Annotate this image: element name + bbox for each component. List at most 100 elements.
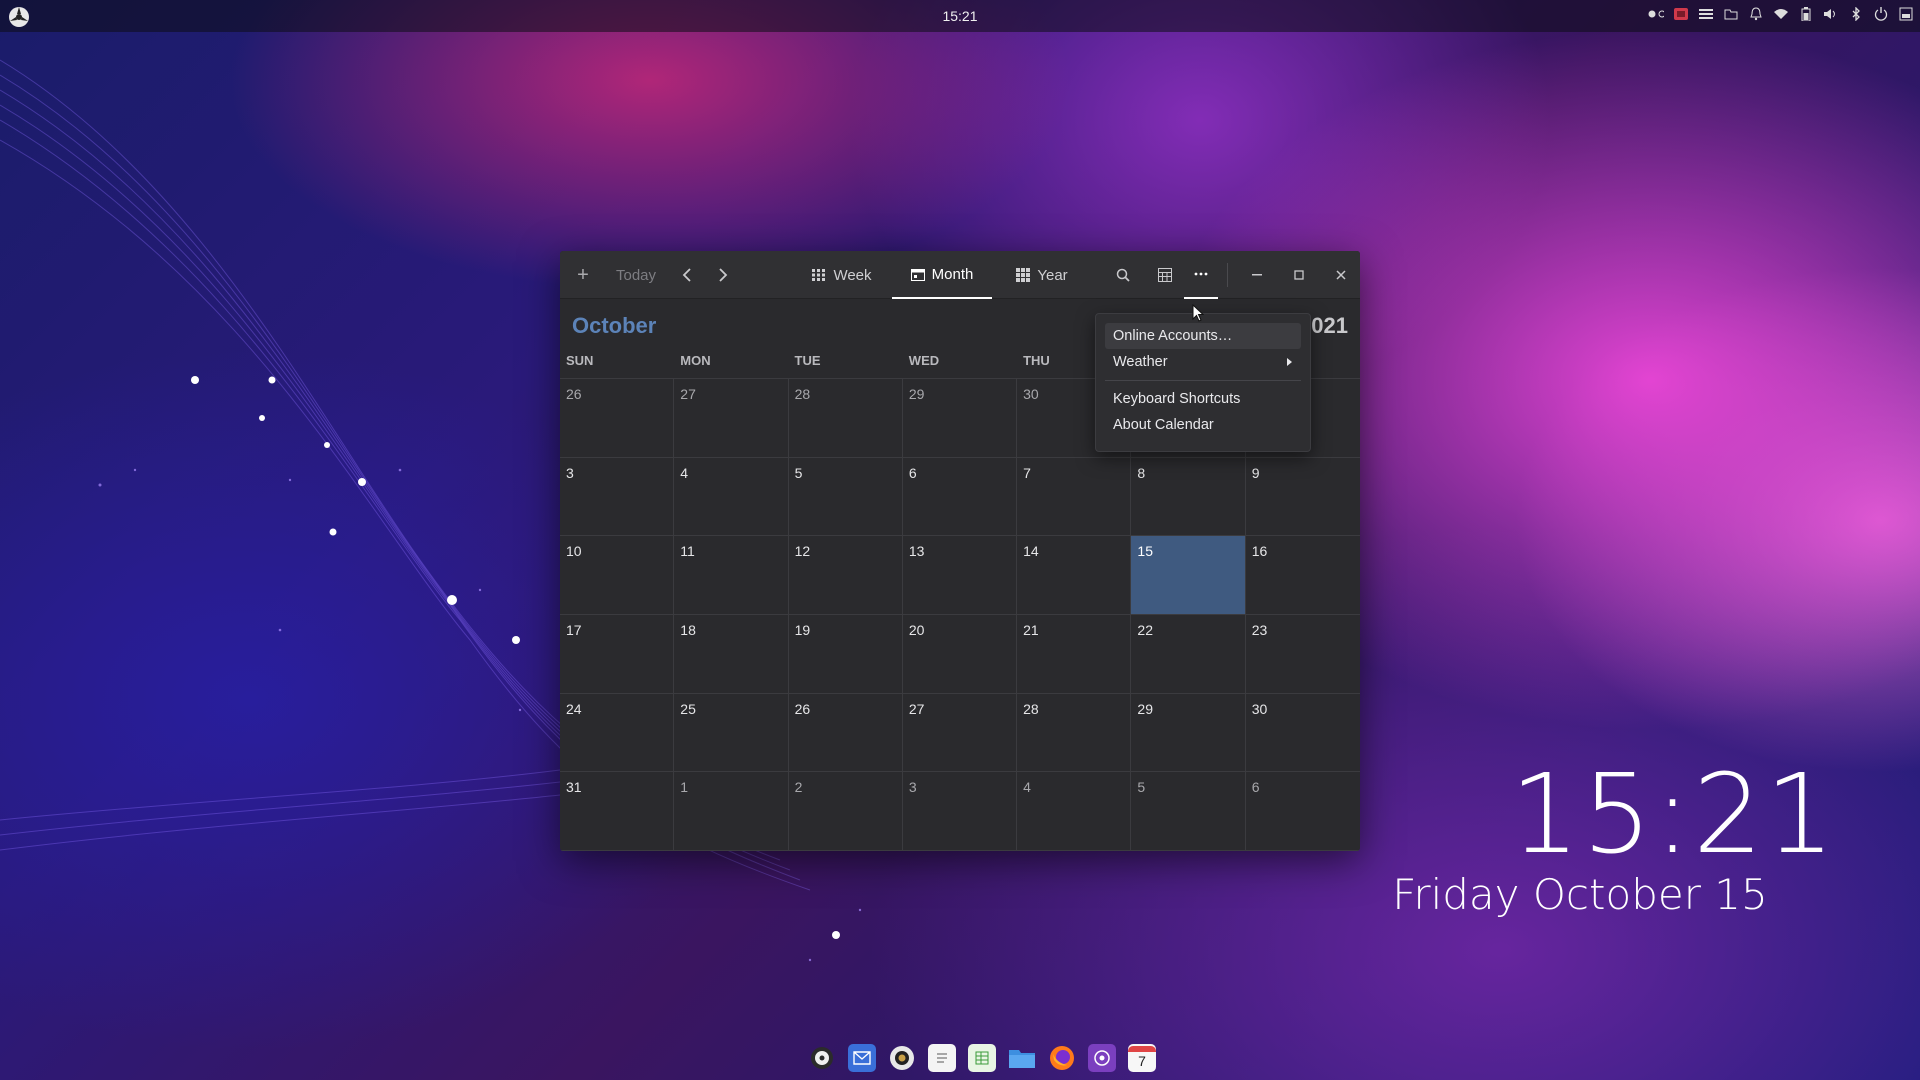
day-number: 6 (1251, 779, 1260, 796)
day-cell[interactable]: 31 (560, 772, 675, 851)
day-cell[interactable]: 1 (674, 772, 789, 851)
day-cell[interactable]: 3 (560, 457, 675, 537)
week-view-button[interactable]: Week (800, 251, 884, 299)
day-cell[interactable]: 27 (674, 379, 789, 458)
notifications-icon[interactable] (1748, 6, 1764, 22)
day-cell[interactable]: 13 (902, 536, 1018, 615)
power-icon[interactable] (1873, 6, 1889, 22)
day-cell[interactable]: 21 (1017, 614, 1132, 694)
day-cell[interactable]: 11 (674, 536, 789, 615)
calendar-list-icon (1158, 268, 1172, 282)
online-accounts-menu-item[interactable]: Online Accounts… (1105, 323, 1301, 349)
day-cell[interactable]: 16 (1245, 536, 1360, 615)
day-cell[interactable]: 7 (1017, 457, 1132, 537)
day-number: 14 (1023, 543, 1039, 560)
day-cell[interactable]: 6 (902, 457, 1018, 537)
manage-calendars-button[interactable] (1150, 251, 1180, 299)
previous-button[interactable] (672, 251, 702, 299)
media-icon[interactable] (1088, 1044, 1116, 1072)
day-cell[interactable]: 26 (560, 379, 675, 458)
day-number: 19 (794, 621, 811, 638)
day-number: 24 (566, 700, 582, 717)
day-cell[interactable]: 6 (1245, 772, 1360, 851)
calendar-icon[interactable]: 7 (1128, 1044, 1156, 1072)
keyboard-shortcuts-menu-item[interactable]: Keyboard Shortcuts (1105, 386, 1301, 412)
day-cell[interactable]: 10 (560, 536, 675, 615)
network-icon[interactable] (1773, 6, 1789, 22)
search-button[interactable] (1108, 251, 1138, 299)
spreadsheet-icon[interactable] (968, 1044, 996, 1072)
day-cell[interactable]: 20 (902, 614, 1018, 694)
year-view-button[interactable]: Year (1000, 251, 1084, 299)
day-number: 29 (1137, 700, 1153, 717)
month-view-button[interactable]: Month (892, 251, 992, 299)
day-cell[interactable]: 3 (902, 772, 1018, 851)
day-cell[interactable]: 14 (1017, 536, 1132, 615)
today-button[interactable]: Today (606, 251, 666, 299)
bluetooth-icon[interactable] (1848, 6, 1864, 22)
weekday-label: WED (908, 353, 940, 368)
day-number: 28 (794, 386, 811, 402)
text-editor-icon[interactable] (928, 1044, 956, 1072)
minimize-button[interactable] (1242, 251, 1272, 299)
camera-icon[interactable] (888, 1044, 916, 1072)
day-cell[interactable]: 4 (674, 457, 789, 537)
day-number: 3 (566, 464, 574, 481)
day-cell[interactable]: 18 (674, 614, 789, 694)
day-cell-today[interactable]: 15 (1131, 536, 1246, 615)
day-cell[interactable]: 29 (1131, 693, 1246, 773)
volume-icon[interactable] (1823, 6, 1839, 22)
files-icon[interactable] (1723, 6, 1739, 22)
day-cell[interactable]: 5 (788, 457, 903, 537)
main-menu-button[interactable] (1184, 251, 1218, 299)
day-number: 8 (1137, 464, 1146, 481)
day-number: 15 (1137, 543, 1153, 560)
day-number: 31 (566, 779, 582, 796)
next-button[interactable] (708, 251, 738, 299)
launcher-icon[interactable] (808, 1044, 836, 1072)
day-cell[interactable]: 28 (1017, 693, 1132, 773)
day-cell[interactable]: 12 (788, 536, 903, 615)
day-number: 25 (680, 700, 696, 717)
day-cell[interactable]: 25 (674, 693, 789, 773)
day-cell[interactable]: 27 (902, 693, 1018, 773)
top-panel: 15:21 (0, 0, 1920, 32)
day-cell[interactable]: 17 (560, 614, 675, 694)
day-cell[interactable]: 30 (1245, 694, 1360, 773)
calendar-icon-day: 7 (1138, 1053, 1146, 1069)
chevron-left-icon (682, 268, 691, 282)
day-number: 28 (1023, 700, 1039, 717)
day-cell[interactable]: 24 (560, 693, 675, 773)
display-icon[interactable] (1898, 6, 1914, 22)
day-cell[interactable]: 2 (788, 772, 903, 851)
day-cell[interactable]: 8 (1131, 457, 1246, 537)
mail-icon[interactable] (848, 1044, 876, 1072)
close-button[interactable] (1326, 251, 1356, 299)
day-cell[interactable]: 19 (788, 614, 903, 694)
day-cell[interactable]: 28 (788, 379, 903, 458)
menu-icon[interactable] (1698, 6, 1714, 22)
day-number: 1 (680, 779, 689, 796)
day-cell[interactable]: 9 (1245, 458, 1360, 537)
battery-icon[interactable] (1798, 6, 1814, 22)
weekday-label: MON (680, 353, 711, 368)
maximize-button[interactable] (1284, 251, 1314, 299)
day-number: 4 (680, 464, 689, 481)
day-cell[interactable]: 22 (1131, 614, 1246, 694)
files-icon[interactable] (1008, 1044, 1036, 1072)
day-cell[interactable]: 29 (902, 379, 1018, 458)
day-cell[interactable]: 23 (1245, 615, 1360, 694)
weather-menu-item[interactable]: Weather (1105, 349, 1301, 375)
submenu-arrow-icon (1287, 358, 1292, 366)
add-event-button[interactable]: + (568, 251, 598, 299)
day-number: 26 (794, 700, 811, 717)
screenshot-app-icon[interactable] (1673, 6, 1689, 22)
day-cell[interactable]: 4 (1017, 772, 1132, 851)
about-calendar-menu-item[interactable]: About Calendar (1105, 412, 1301, 438)
panel-clock[interactable]: 15:21 (0, 8, 1920, 24)
day-cell[interactable]: 5 (1131, 772, 1246, 851)
day-number: 13 (908, 543, 925, 560)
record-indicator-icon[interactable] (1648, 6, 1664, 22)
firefox-icon[interactable] (1048, 1044, 1076, 1072)
day-cell[interactable]: 26 (788, 693, 903, 773)
